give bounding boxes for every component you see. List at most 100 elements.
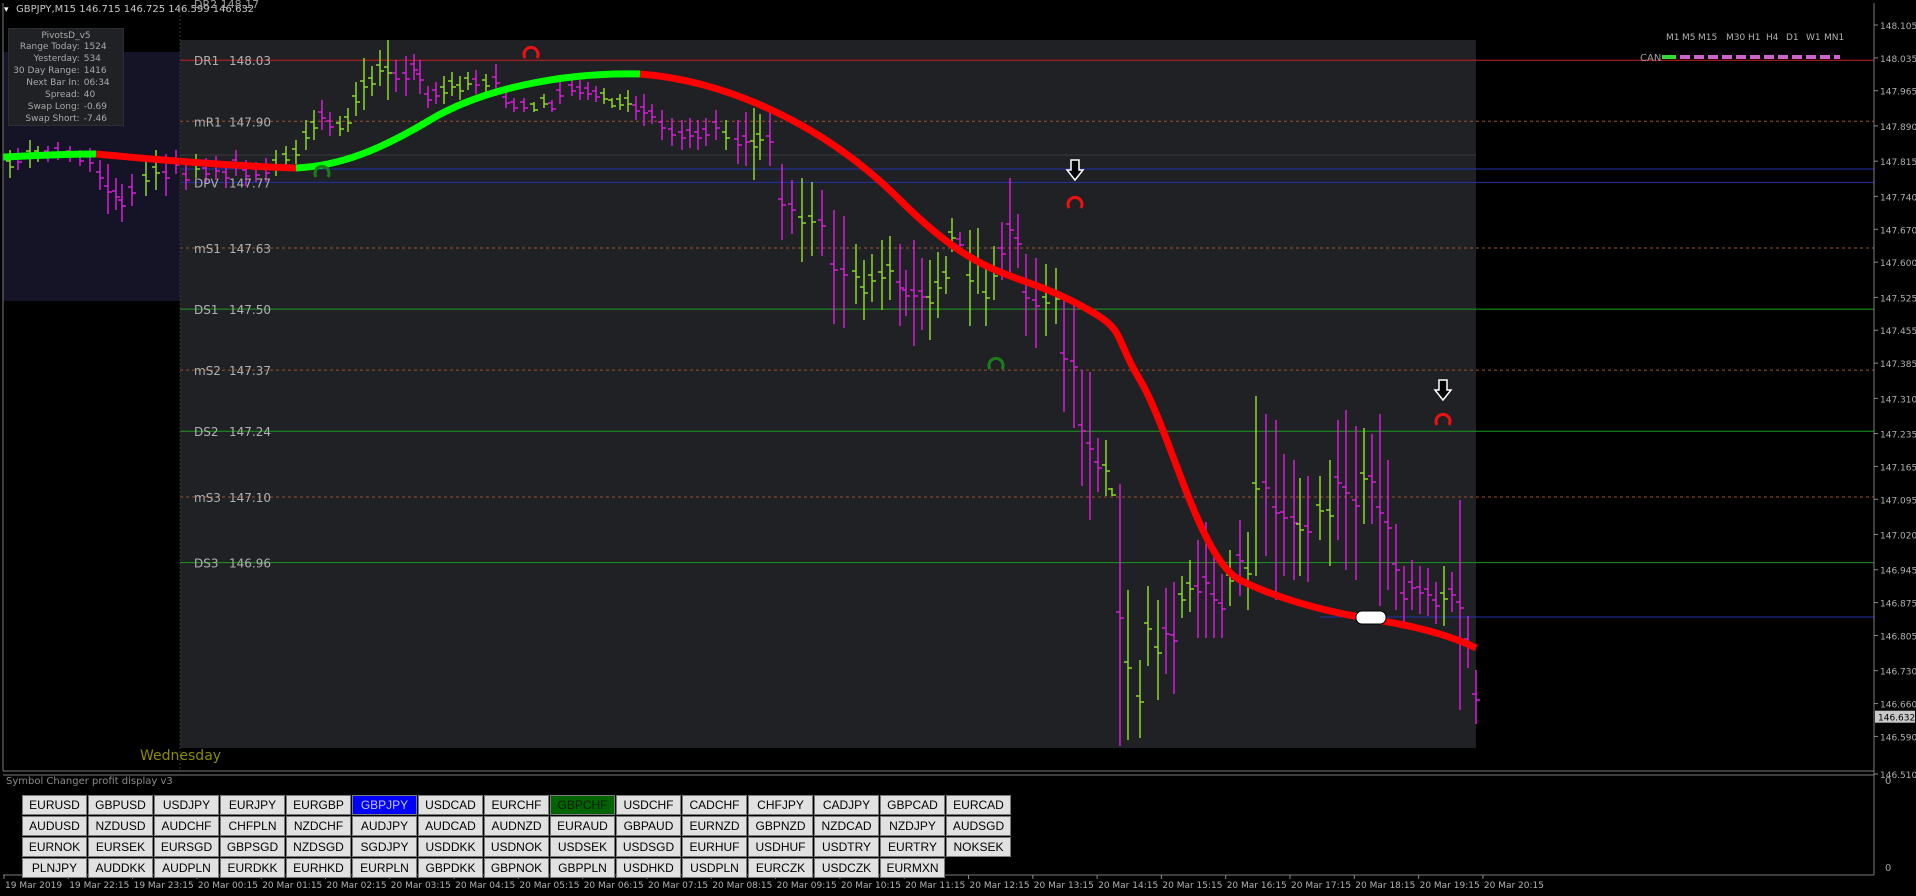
symbol-button-gbpusd[interactable]: GBPUSD — [88, 795, 153, 815]
timeframe-m1[interactable]: M1 — [1666, 33, 1680, 43]
timeframe-w1[interactable]: W1 — [1806, 33, 1821, 43]
symbol-button-usdczk[interactable]: USDCZK — [814, 858, 879, 878]
pivot-value-label: 147.77 — [229, 176, 271, 190]
timeframe-m15[interactable]: M15 — [1698, 33, 1717, 43]
symbol-button-sgdjpy[interactable]: SGDJPY — [352, 837, 417, 857]
symbol-button-audusd[interactable]: AUDUSD — [22, 816, 87, 836]
info-row-label: Spread: — [44, 90, 80, 100]
price-tick-label: 147.600 — [1880, 259, 1916, 269]
symbol-button-nzdusd[interactable]: NZDUSD — [88, 816, 153, 836]
timeframe-mn1[interactable]: MN1 — [1824, 33, 1844, 43]
symbol-button-eurnok[interactable]: EURNOK — [22, 837, 87, 857]
symbol-button-audnzd[interactable]: AUDNZD — [484, 816, 549, 836]
symbol-button-plnjpy[interactable]: PLNJPY — [22, 858, 87, 878]
trend-segment-green — [2, 150, 97, 161]
symbol-button-eurusd[interactable]: EURUSD — [22, 795, 87, 815]
symbol-button-eurcad[interactable]: EURCAD — [946, 795, 1011, 815]
symbol-button-audcad[interactable]: AUDCAD — [418, 816, 483, 836]
info-row-value: 40 — [83, 90, 96, 100]
symbol-button-audchf[interactable]: AUDCHF — [154, 816, 219, 836]
chart-menu-arrow-icon[interactable]: ▾ — [4, 5, 9, 15]
symbol-button-eurjpy[interactable]: EURJPY — [220, 795, 285, 815]
pivot-name-label: DR1 — [194, 54, 219, 68]
symbol-button-eurhuf[interactable]: EURHUF — [682, 837, 747, 857]
symbol-button-usdhuf[interactable]: USDHUF — [748, 837, 813, 857]
symbol-button-usdnok[interactable]: USDNOK — [484, 837, 549, 857]
symbol-button-gbpjpy[interactable]: GBPJPY — [352, 795, 417, 815]
timeframe-m30[interactable]: M30 — [1726, 33, 1745, 43]
current-price-label: 146.632 — [1878, 714, 1915, 724]
symbol-button-usdjpy[interactable]: USDJPY — [154, 795, 219, 815]
symbol-button-eurdkk[interactable]: EURDKK — [220, 858, 285, 878]
timeframe-selector[interactable]: M1 M5 M15 M30 H1 H4 D1 W1 MN1 — [1666, 33, 1844, 43]
symbol-changer-panel: Symbol Changer profit display v3 EURUSD G… — [0, 775, 1874, 878]
symbol-button-eursek[interactable]: EURSEK — [88, 837, 153, 857]
day-label: Wednesday — [140, 748, 221, 764]
symbol-button-gbpnok[interactable]: GBPNOK — [484, 858, 549, 878]
time-tick-label: 20 Mar 15:15 — [1162, 881, 1222, 891]
symbol-button-chfjpy[interactable]: CHFJPY — [748, 795, 813, 815]
symbol-button-eurnzd[interactable]: EURNZD — [682, 816, 747, 836]
info-row: Spread: 40 — [9, 89, 123, 101]
symbol-button-gbpdkk[interactable]: GBPDKK — [418, 858, 483, 878]
pivot-value-label: 147.63 — [229, 242, 271, 256]
price-tick-label: 147.670 — [1880, 226, 1916, 236]
pivot-value-label: 147.24 — [229, 425, 271, 439]
symbol-button-usdpln[interactable]: USDPLN — [682, 858, 747, 878]
info-row-label: Swap Short: — [25, 114, 80, 124]
symbol-button-audsgd[interactable]: AUDSGD — [946, 816, 1011, 836]
symbol-button-usdhkd[interactable]: USDHKD — [616, 858, 681, 878]
symbol-button-eurhkd[interactable]: EURHKD — [286, 858, 351, 878]
pivot-value-label: 148.03 — [229, 54, 271, 68]
timeframe-h1[interactable]: H1 — [1748, 33, 1761, 43]
position-marker-icon — [1355, 610, 1387, 625]
symbol-button-noksek[interactable]: NOKSEK — [946, 837, 1011, 857]
pivot-name-label: mR1 — [194, 115, 222, 129]
symbol-button-usdchf[interactable]: USDCHF — [616, 795, 681, 815]
symbol-button-chfpln[interactable]: CHFPLN — [220, 816, 285, 836]
time-tick-label: 20 Mar 01:15 — [262, 881, 322, 891]
time-tick-label: 20 Mar 18:15 — [1355, 881, 1415, 891]
price-tick-label: 148.105 — [1880, 22, 1916, 32]
time-tick-label: 19 Mar 23:15 — [134, 881, 194, 891]
symbol-button-auddkk[interactable]: AUDDKK — [88, 858, 153, 878]
timeframe-m5[interactable]: M5 — [1682, 33, 1696, 43]
symbol-button-nzdchf[interactable]: NZDCHF — [286, 816, 351, 836]
timeframe-d1[interactable]: D1 — [1786, 33, 1799, 43]
symbol-button-eurchf[interactable]: EURCHF — [484, 795, 549, 815]
time-tick-label: 20 Mar 19:15 — [1420, 881, 1480, 891]
price-chart[interactable]: DR1 148.03 mR1 147.90 DPV 147.77 mS1 147.63 DS1 1… — [0, 0, 1916, 896]
symbol-button-usddkk[interactable]: USDDKK — [418, 837, 483, 857]
timeframe-h4[interactable]: H4 — [1766, 33, 1779, 43]
symbol-button-eurczk[interactable]: EURCZK — [748, 858, 813, 878]
symbol-button-gbpchf[interactable]: GBPCHF — [550, 795, 615, 815]
symbol-button-usdcad[interactable]: USDCAD — [418, 795, 483, 815]
symbol-button-gbpaud[interactable]: GBPAUD — [616, 816, 681, 836]
symbol-button-audpln[interactable]: AUDPLN — [154, 858, 219, 878]
symbol-button-usdsek[interactable]: USDSEK — [550, 837, 615, 857]
symbol-button-nzdjpy[interactable]: NZDJPY — [880, 816, 945, 836]
symbol-button-eurpln[interactable]: EURPLN — [352, 858, 417, 878]
symbol-button-nzdsgd[interactable]: NZDSGD — [286, 837, 351, 857]
symbol-button-usdsgd[interactable]: USDSGD — [616, 837, 681, 857]
symbol-button-eurgbp[interactable]: EURGBP — [286, 795, 351, 815]
symbol-button-eurtry[interactable]: EURTRY — [880, 837, 945, 857]
info-row: Swap Short: -7.46 — [9, 113, 123, 125]
symbol-button-cadjpy[interactable]: CADJPY — [814, 795, 879, 815]
price-tick-label: 146.590 — [1880, 733, 1916, 743]
info-row-label: Swap Long: — [27, 102, 80, 112]
symbol-button-gbpsgd[interactable]: GBPSGD — [220, 837, 285, 857]
symbol-button-eurmxn[interactable]: EURMXN — [880, 858, 945, 878]
symbol-button-cadchf[interactable]: CADCHF — [682, 795, 747, 815]
symbol-button-usdtry[interactable]: USDTRY — [814, 837, 879, 857]
symbol-button-gbpcad[interactable]: GBPCAD — [880, 795, 945, 815]
symbol-button-eursgd[interactable]: EURSGD — [154, 837, 219, 857]
symbol-button-euraud[interactable]: EURAUD — [550, 816, 615, 836]
symbol-button-nzdcad[interactable]: NZDCAD — [814, 816, 879, 836]
symbol-button-audjpy[interactable]: AUDJPY — [352, 816, 417, 836]
symbol-button-gbppln[interactable]: GBPPLN — [550, 858, 615, 878]
time-tick-label: 20 Mar 03:15 — [391, 881, 451, 891]
indicator-axis-top: 0 — [1885, 776, 1891, 787]
pivot-name-label: DPV — [194, 176, 219, 190]
symbol-button-gbpnzd[interactable]: GBPNZD — [748, 816, 813, 836]
